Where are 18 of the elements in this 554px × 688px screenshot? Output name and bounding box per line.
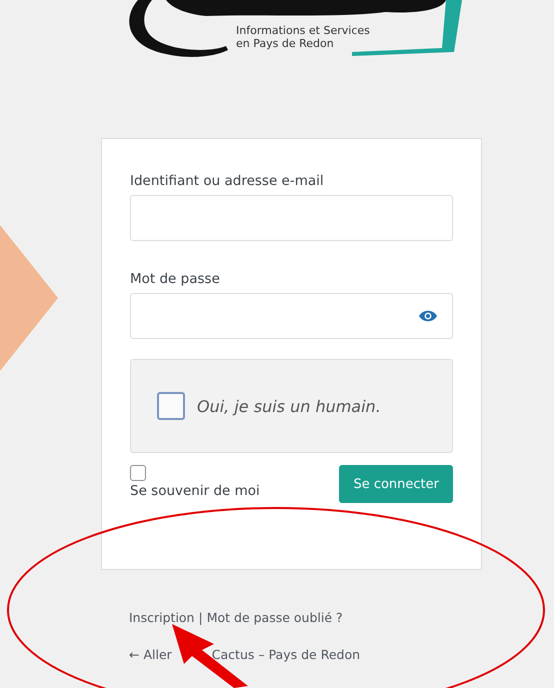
remember-checkbox[interactable] <box>130 465 146 481</box>
logo-tagline: Informations et Services <box>236 24 370 37</box>
field-label: Identifiant ou adresse e-mail <box>130 173 324 189</box>
eye-icon[interactable] <box>418 309 438 323</box>
username-field[interactable] <box>130 195 453 241</box>
password-field[interactable] <box>130 293 453 339</box>
logo-tagline: en Pays de Redon <box>236 37 334 50</box>
captcha-label: Oui, je suis un humain. <box>197 396 381 416</box>
remember-label: Se souvenir de moi <box>130 483 260 499</box>
field-label: Mot de passe <box>130 271 220 287</box>
back-link[interactable]: ← Aller <box>129 647 172 662</box>
link-separator: | <box>198 610 203 625</box>
captcha-checkbox[interactable] <box>157 392 185 420</box>
arrow-annotation-icon <box>0 225 58 371</box>
lost-password-link[interactable]: Mot de passe oublié ? <box>206 610 343 625</box>
back-link[interactable]: Cactus – Pays de Redon <box>212 647 360 662</box>
login-button[interactable]: Se connecter <box>339 465 453 503</box>
register-link[interactable]: Inscription <box>129 610 194 625</box>
